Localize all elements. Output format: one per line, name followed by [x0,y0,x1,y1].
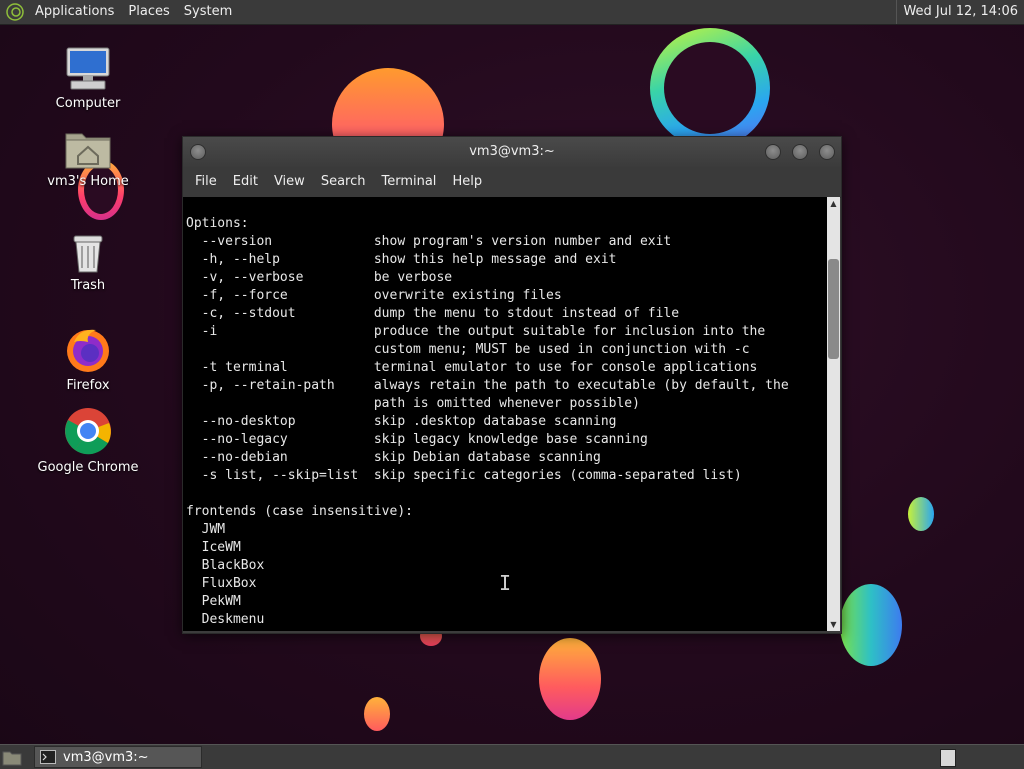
computer-icon [66,47,110,90]
wallpaper-small-green-bubble [908,497,934,531]
menu-file[interactable]: File [187,167,225,197]
top-panel: Applications Places System Wed Jul 12, 1… [0,0,1024,25]
wallpaper-blue-bubble [840,584,902,666]
close-button[interactable] [819,144,835,160]
minimize-button[interactable] [765,144,781,160]
window-titlebar[interactable]: vm3@vm3:~ [183,137,841,167]
terminal-text: Options: --version show program's versio… [186,216,789,627]
wallpaper-small-orange-bubble [364,697,390,731]
workspace-switcher[interactable] [940,749,956,767]
firefox-icon [67,329,109,372]
show-desktop-icon[interactable] [2,748,22,766]
desktop-icon-label: Google Chrome [37,460,139,475]
menu-applications[interactable]: Applications [28,0,121,24]
scrollbar-thumb[interactable] [828,259,839,359]
trash-icon [73,235,103,273]
menu-edit[interactable]: Edit [225,167,266,197]
bottom-panel: vm3@vm3:~ [0,744,1024,769]
menu-help[interactable]: Help [444,167,490,197]
chrome-icon [65,408,111,455]
terminal-window: vm3@vm3:~ File Edit View Search Terminal… [182,136,842,634]
home-folder-icon [65,133,111,169]
taskbar-terminal-button[interactable]: vm3@vm3:~ [34,746,202,768]
terminal-menubar: File Edit View Search Terminal Help [183,167,841,198]
desktop-icon-trash[interactable]: Trash [28,230,148,293]
terminal-icon [40,750,56,764]
window-title: vm3@vm3:~ [469,144,555,159]
taskbar-button-label: vm3@vm3:~ [63,750,149,765]
wallpaper-green-ring [650,28,770,148]
scroll-down-arrow-icon[interactable]: ▼ [827,618,840,631]
terminal-scrollbar[interactable]: ▲ ▼ [827,197,840,631]
menu-view[interactable]: View [266,167,313,197]
top-menu: Applications Places System [0,0,239,24]
menu-terminal[interactable]: Terminal [373,167,444,197]
text-cursor-icon: I [499,571,512,595]
desktop-icon-label: Computer [55,96,121,111]
window-menu-button[interactable] [190,144,206,160]
terminal-output[interactable]: Options: --version show program's versio… [183,197,827,631]
maximize-button[interactable] [792,144,808,160]
desktop-icon-label: Firefox [66,378,110,393]
menu-system[interactable]: System [177,0,239,24]
scroll-up-arrow-icon[interactable]: ▲ [827,197,840,210]
desktop-icon-home[interactable]: vm3's Home [28,128,148,189]
desktop-icon-chrome[interactable]: Google Chrome [28,406,148,475]
desktop-icon-label: vm3's Home [47,174,129,189]
clock[interactable]: Wed Jul 12, 14:06 [896,0,1024,24]
distro-logo-icon[interactable] [6,3,24,21]
wallpaper-orange-bubble-bottom [539,638,601,720]
menu-search[interactable]: Search [313,167,374,197]
desktop-icon-computer[interactable]: Computer [28,46,148,111]
menu-places[interactable]: Places [121,0,176,24]
desktop-icon-label: Trash [70,278,106,293]
desktop-icon-firefox[interactable]: Firefox [28,326,148,393]
